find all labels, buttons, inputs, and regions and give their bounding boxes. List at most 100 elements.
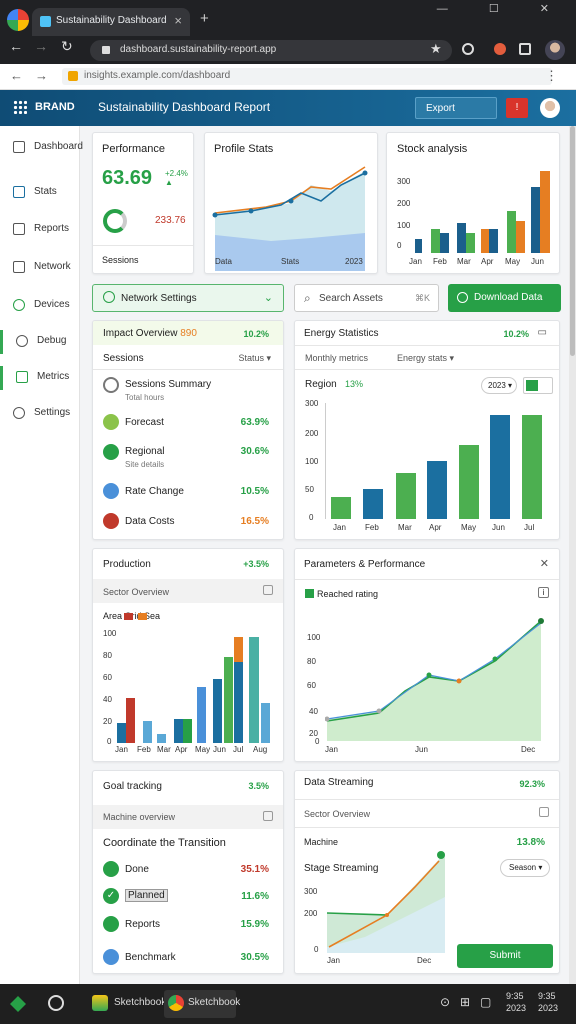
alert-button[interactable]: !: [506, 98, 528, 118]
green-swatch-icon: [526, 380, 538, 391]
legend: Reached rating: [317, 589, 379, 599]
status-filter[interactable]: Status ▾: [238, 353, 271, 364]
list-item-label: Regional: [125, 446, 165, 457]
y-tick: 40: [309, 707, 318, 716]
y-tick: 100: [307, 633, 321, 642]
axis-label: 2023: [345, 257, 363, 266]
reload-icon[interactable]: ↻: [61, 38, 73, 55]
checkbox[interactable]: [263, 585, 273, 595]
sidebar-item-stats[interactable]: Stats: [0, 181, 80, 205]
list-item-label: Data Costs: [125, 516, 175, 527]
sidebar-item-network[interactable]: Network: [0, 256, 80, 280]
sidebar-item-label: Stats: [34, 186, 57, 197]
close-tab-icon[interactable]: ×: [174, 13, 182, 28]
area-fill: [327, 621, 541, 741]
kpi-delta: +2.4% ▲: [165, 169, 188, 187]
checkbox[interactable]: [539, 807, 549, 817]
clock-icon: [103, 377, 119, 393]
new-tab-icon[interactable]: +: [200, 10, 209, 27]
sidebar-item-reports[interactable]: Reports: [0, 218, 80, 242]
download-data-button[interactable]: Download Data: [448, 284, 561, 312]
forward-icon[interactable]: →: [34, 38, 48, 54]
info-icon[interactable]: i: [538, 587, 549, 598]
x-tick: Jan: [327, 956, 340, 965]
subhead-filter[interactable]: Energy stats ▾: [397, 353, 454, 364]
taskbar-app-label[interactable]: Sketchbook: [114, 997, 166, 1008]
sidebar-item-settings[interactable]: Settings: [0, 402, 80, 426]
search-input[interactable]: ⌕ Search Assets ⌘K: [294, 284, 439, 312]
bar: [197, 687, 206, 743]
sidebar-item-devices[interactable]: Devices: [0, 294, 80, 318]
profile-avatar[interactable]: [545, 40, 565, 60]
close-icon[interactable]: ✕: [540, 557, 549, 570]
year-select[interactable]: 2023 ▾: [481, 377, 517, 394]
dashboard-icon: [13, 141, 25, 153]
card-pct: 3.5%: [248, 781, 269, 791]
window-controls[interactable]: — ☐ ✕: [437, 2, 568, 15]
x-tick: Feb: [433, 257, 447, 266]
taskbar-app-label: Sketchbook: [188, 997, 241, 1008]
divider: [295, 579, 559, 580]
sidebar-item-label: Debug: [37, 335, 67, 346]
settings-icon[interactable]: ⊙: [440, 995, 450, 1009]
task-pct: 15.9%: [240, 919, 269, 930]
extension-icon[interactable]: [462, 43, 474, 55]
start-icon[interactable]: [10, 996, 26, 1012]
extensions-puzzle-icon[interactable]: [519, 43, 531, 55]
row-pct: 13.8%: [516, 837, 545, 848]
browser-logo-icon: [7, 9, 29, 31]
x-tick: May: [195, 745, 211, 754]
sidebar-item-metrics[interactable]: Metrics: [0, 366, 80, 390]
app-icon[interactable]: [92, 995, 108, 1011]
back-icon[interactable]: ←: [9, 38, 23, 54]
x-tick: Jul: [524, 523, 535, 532]
bar: [440, 233, 449, 253]
browser-tab[interactable]: Sustainability Dashboard ×: [32, 8, 190, 36]
bar: [490, 415, 510, 519]
network-icon[interactable]: ⊞: [460, 995, 470, 1009]
sidebar-item-debug[interactable]: Debug: [0, 330, 80, 354]
bar: [183, 719, 192, 743]
button-label: Download Data: [474, 292, 543, 303]
divider: [295, 799, 559, 800]
bar: [507, 211, 516, 253]
submit-button[interactable]: Submit: [457, 944, 553, 968]
data-point: [248, 208, 254, 214]
more-menu-icon[interactable]: ⋮: [545, 68, 558, 84]
bookmark-star-icon[interactable]: ★: [430, 41, 442, 57]
inner-url-field[interactable]: insights.example.com/dashboard: [62, 68, 552, 85]
card-title: Production: [103, 559, 151, 570]
data-point: [492, 656, 498, 662]
url-field[interactable]: dashboard.sustainability-report.app: [90, 40, 452, 61]
bar: [213, 679, 222, 743]
sidebar-item-dashboard[interactable]: Dashboard: [0, 136, 83, 160]
streaming-chart: [326, 851, 445, 953]
y-tick: 20: [103, 717, 112, 726]
user-avatar[interactable]: [540, 98, 560, 118]
scrollbar-thumb[interactable]: [570, 126, 575, 356]
checkbox[interactable]: [263, 811, 273, 821]
scrollbar[interactable]: [569, 126, 576, 984]
forward-icon[interactable]: →: [35, 68, 48, 83]
apps-grid-icon[interactable]: [13, 100, 27, 114]
y-tick: 80: [103, 651, 112, 660]
settings-icon: [13, 407, 25, 419]
inner-url-text: insights.example.com/dashboard: [84, 70, 231, 81]
comment-icon[interactable]: ▭: [538, 327, 547, 338]
y-tick: 200: [304, 909, 318, 918]
favicon-icon: [40, 16, 51, 27]
notifications-icon[interactable]: ▢: [480, 995, 491, 1009]
color-toggle[interactable]: [523, 377, 553, 394]
row-label: Machine: [304, 837, 339, 847]
back-icon[interactable]: ←: [10, 68, 23, 83]
task-heading: Coordinate the Transition: [103, 837, 226, 849]
season-select[interactable]: Season ▾: [500, 859, 550, 877]
extension-red-icon[interactable]: [494, 43, 506, 55]
bar: [143, 721, 152, 743]
power-icon[interactable]: [48, 995, 64, 1011]
network-settings-dropdown[interactable]: Network Settings ⌄: [92, 284, 284, 312]
card-pct: 10.2%: [243, 329, 269, 339]
export-button[interactable]: Export: [415, 97, 497, 119]
page-title: Sustainability Dashboard Report: [98, 100, 271, 114]
area-chart: [325, 618, 544, 741]
